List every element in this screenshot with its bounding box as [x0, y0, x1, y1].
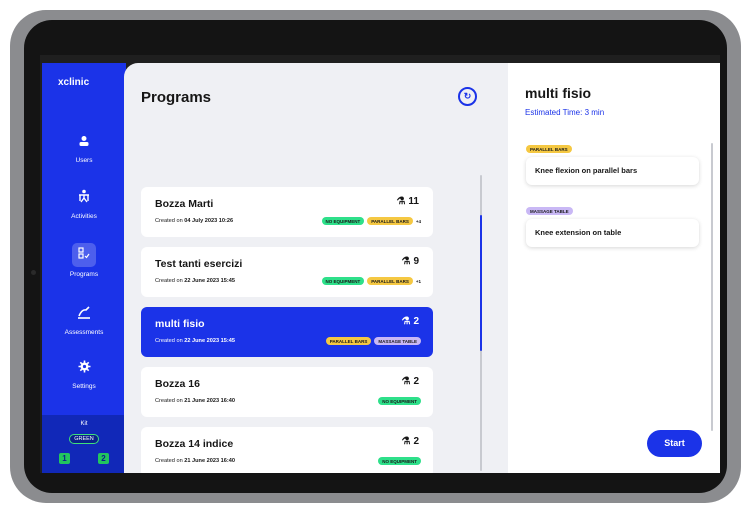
- exercise-count: ⚗ 2: [401, 316, 419, 327]
- exercise-figure-icon: ⚗: [401, 376, 411, 387]
- exercise-tag: PARALLEL BARS: [526, 145, 572, 153]
- tag-no-equipment: NO EQUIPMENT: [321, 277, 365, 285]
- tag-parallel-bars: PARALLEL BARS: [325, 337, 372, 345]
- program-card[interactable]: Bozza Marti Created on 04 July 2023 10:2…: [141, 187, 433, 237]
- sidebar-item-settings[interactable]: Settings: [42, 359, 126, 405]
- sidebar-item-label: Programs: [69, 271, 99, 278]
- program-created: Created on 22 June 2023 15:45: [155, 338, 235, 344]
- exercise-figure-icon: ⚗: [396, 196, 406, 207]
- program-created: Created on 21 June 2023 16:40: [155, 398, 235, 404]
- program-title: multi fisio: [155, 318, 205, 330]
- tag-list: NO EQUIPMENT PARALLEL BARS +4: [321, 217, 421, 225]
- tablet-frame: xclinic Users Activities Programs Assess…: [10, 10, 741, 503]
- exercise-count: ⚗ 2: [401, 436, 419, 447]
- sidebar-item-label: Users: [75, 157, 93, 164]
- sidebar-item-label: Settings: [72, 383, 96, 390]
- kit-status: Kit GREEN 1 2: [42, 415, 126, 473]
- exercise-count: ⚗ 9: [401, 256, 419, 267]
- programs-panel: Programs ↻ Bozza Marti Created on 04 Jul…: [124, 63, 508, 473]
- tag-list: PARALLEL BARS MASSAGE TABLE: [325, 337, 421, 345]
- sidebar: xclinic Users Activities Programs Assess…: [42, 63, 126, 473]
- kit-slot-1: 1: [59, 453, 70, 464]
- exercise-count: ⚗ 2: [401, 376, 419, 387]
- activity-icon: [74, 189, 94, 209]
- program-created: Created on 22 June 2023 15:45: [155, 278, 235, 284]
- program-title: Bozza 16: [155, 378, 200, 390]
- program-title: Bozza 14 indice: [155, 438, 234, 450]
- tag-list: NO EQUIPMENT PARALLEL BARS +1: [321, 277, 421, 285]
- exercise-figure-icon: ⚗: [401, 256, 411, 267]
- tag-list: NO EQUIPMENT: [378, 397, 421, 405]
- program-title: Bozza Marti: [155, 198, 214, 210]
- program-card[interactable]: Bozza 16 Created on 21 June 2023 16:40 ⚗…: [141, 367, 433, 417]
- brand-logo: xclinic: [58, 77, 90, 88]
- sidebar-item-assessments[interactable]: Assessments: [42, 305, 126, 351]
- kit-slot-2: 2: [98, 453, 109, 464]
- sidebar-item-users[interactable]: Users: [42, 133, 126, 179]
- camera-dot: [31, 270, 36, 275]
- tag-parallel-bars: PARALLEL BARS: [367, 217, 413, 225]
- more-tags-count: +4: [415, 218, 421, 224]
- kit-label: Kit: [80, 421, 88, 427]
- exercise-tag: MASSAGE TABLE: [526, 207, 573, 215]
- exercise-figure-icon: ⚗: [401, 436, 411, 447]
- tag-no-equipment: NO EQUIPMENT: [378, 457, 421, 465]
- exercise-name: Knee extension on table: [535, 228, 622, 237]
- program-title: Test tanti esercizi: [155, 258, 243, 270]
- tag-no-equipment: NO EQUIPMENT: [378, 397, 421, 405]
- programs-icon: [72, 243, 96, 267]
- detail-title: multi fisio: [525, 85, 592, 101]
- sidebar-item-programs[interactable]: Programs: [42, 243, 126, 289]
- programs-scrollbar-thumb[interactable]: [480, 215, 482, 351]
- tag-list: NO EQUIPMENT: [378, 457, 421, 465]
- program-detail-panel: multi fisio Estimated Time: 3 min PARALL…: [508, 63, 720, 473]
- tag-massage-table: MASSAGE TABLE: [374, 337, 421, 345]
- program-card[interactable]: Test tanti esercizi Created on 22 June 2…: [141, 247, 433, 297]
- page-title: Programs: [141, 89, 212, 106]
- detail-scrollbar[interactable]: [711, 143, 713, 431]
- app-screen: xclinic Users Activities Programs Assess…: [40, 55, 720, 473]
- exercise-item[interactable]: Knee extension on table: [526, 219, 699, 247]
- sidebar-item-activities[interactable]: Activities: [42, 189, 126, 235]
- more-tags-count: +1: [415, 278, 421, 284]
- sidebar-item-label: Activities: [71, 213, 97, 220]
- exercise-figure-icon: ⚗: [401, 316, 411, 327]
- assessments-icon: [74, 305, 94, 325]
- estimated-time: Estimated Time: 3 min: [525, 108, 605, 117]
- program-card-selected[interactable]: multi fisio Created on 22 June 2023 15:4…: [141, 307, 433, 357]
- start-button[interactable]: Start: [647, 430, 702, 457]
- tag-no-equipment: NO EQUIPMENT: [321, 217, 365, 225]
- exercise-name: Knee flexion on parallel bars: [535, 166, 638, 175]
- person-icon: [74, 133, 94, 153]
- tag-parallel-bars: PARALLEL BARS: [367, 277, 413, 285]
- exercise-item[interactable]: Knee flexion on parallel bars: [526, 157, 699, 185]
- kit-status-badge: GREEN: [69, 434, 99, 444]
- program-created: Created on 21 June 2023 16:40: [155, 458, 235, 464]
- program-card[interactable]: Bozza 14 indice Created on 21 June 2023 …: [141, 427, 433, 473]
- sidebar-item-label: Assessments: [64, 329, 104, 336]
- gear-icon: [74, 359, 94, 379]
- program-created: Created on 04 July 2023 10:26: [155, 218, 234, 224]
- refresh-icon[interactable]: ↻: [458, 87, 477, 106]
- exercise-count: ⚗ 11: [396, 196, 419, 207]
